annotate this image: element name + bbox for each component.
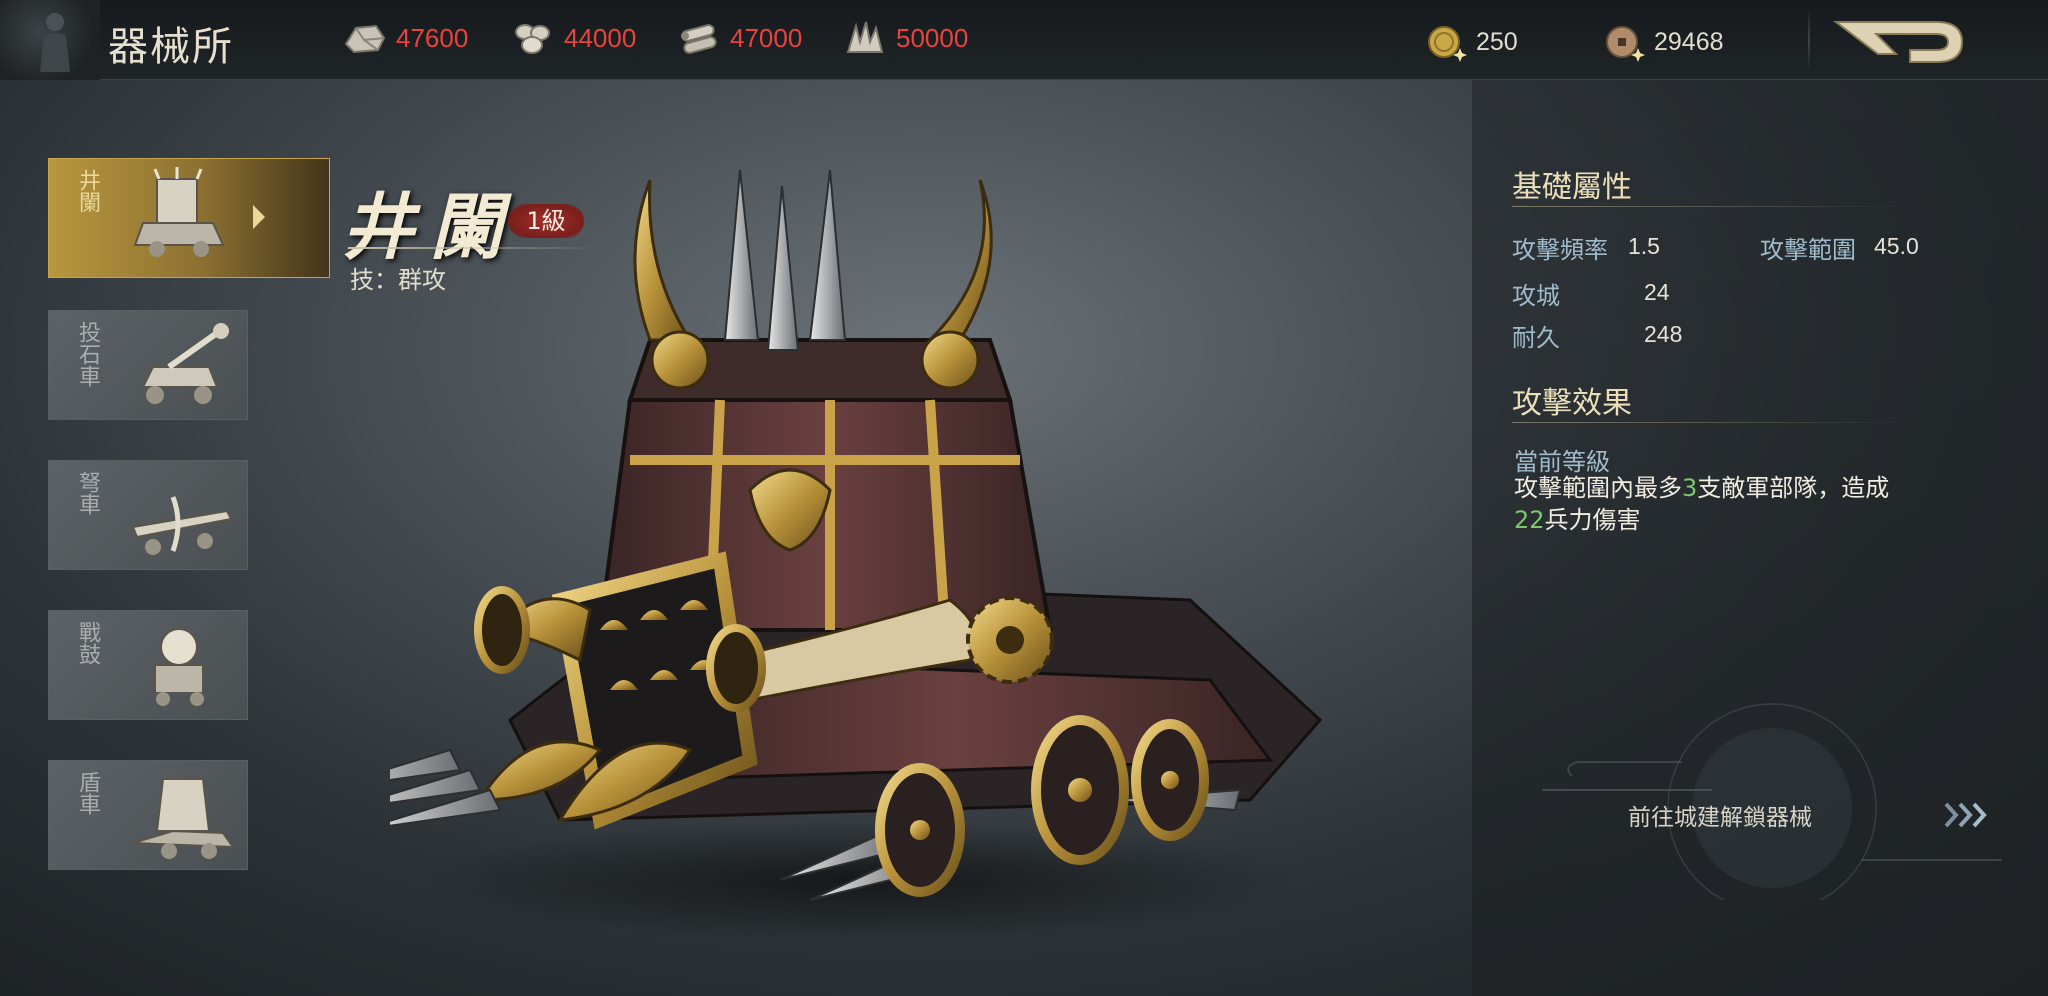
attack-rate-label: 攻擊頻率 bbox=[1512, 236, 1608, 264]
back-arrow-icon bbox=[1833, 21, 1964, 63]
crossbow-cart-thumbnail bbox=[131, 496, 233, 555]
unit-tab-war-drum[interactable]: 戰鼓 bbox=[48, 610, 248, 720]
effect-target-count: 3 bbox=[1682, 474, 1698, 502]
attack-effect-title: 攻擊效果 bbox=[1512, 386, 1632, 421]
page-title: 器械所 bbox=[108, 24, 234, 70]
top-bar: 器械所 47600 44000 47000 50000 250 29468 bbox=[0, 0, 2048, 80]
grain-value: 44000 bbox=[564, 22, 637, 53]
siege-label: 攻城 bbox=[1512, 282, 1560, 310]
durability-value: 248 bbox=[1644, 321, 1683, 347]
iron-icon bbox=[846, 21, 884, 53]
topbar-divider bbox=[1808, 8, 1810, 72]
unit-tab-label: 投石車 bbox=[75, 321, 100, 387]
unit-tab-label: 弩車 bbox=[75, 471, 100, 515]
go-unlock-link[interactable]: 前往城建解鎖器械 bbox=[1628, 798, 1812, 832]
currency-gold: 250 bbox=[1424, 22, 1518, 62]
resource-grain: 44000 bbox=[510, 18, 636, 58]
attack-effect-description: 攻擊範圍內最多3支敵軍部隊，造成 22兵力傷害 bbox=[1514, 472, 1974, 536]
siege-value: 24 bbox=[1644, 279, 1670, 305]
stone-value: 47600 bbox=[396, 22, 469, 53]
building-emblem bbox=[0, 0, 100, 80]
wood-value: 47000 bbox=[730, 22, 803, 53]
resource-wood: 47000 bbox=[676, 18, 802, 58]
attack-range-value: 45.0 bbox=[1874, 233, 1919, 259]
chevron-right-icon[interactable] bbox=[1942, 798, 1992, 832]
warrior-icon bbox=[40, 13, 70, 72]
iron-value: 50000 bbox=[896, 22, 969, 53]
catapult-thumbnail bbox=[141, 323, 229, 404]
attributes-panel: 基礎屬性 攻擊頻率 1.5 攻擊範圍 45.0 攻城 24 耐久 248 攻擊效… bbox=[1472, 80, 2048, 996]
unit-tab-catapult[interactable]: 投石車 bbox=[48, 310, 248, 420]
effect-text-part: 攻擊範圍內最多 bbox=[1514, 474, 1682, 502]
resource-iron: 50000 bbox=[842, 18, 968, 58]
grain-icon bbox=[515, 24, 550, 54]
effect-text-part: 兵力傷害 bbox=[1544, 506, 1641, 534]
attack-effect-divider bbox=[1512, 422, 1912, 423]
unit-tab-label: 戰鼓 bbox=[75, 621, 100, 665]
gold-value: 250 bbox=[1476, 27, 1518, 56]
war-drum-thumbnail bbox=[154, 628, 204, 706]
siege-tower-thumbnail bbox=[133, 167, 225, 257]
resource-stone: 47600 bbox=[342, 18, 468, 58]
durability-label: 耐久 bbox=[1512, 324, 1560, 352]
copper-coin-icon bbox=[1606, 26, 1645, 62]
siege-tower-model bbox=[390, 169, 1323, 940]
attack-rate-value: 1.5 bbox=[1628, 233, 1660, 259]
unit-tab-label: 井闌 bbox=[75, 169, 100, 213]
shield-cart-thumbnail bbox=[132, 778, 236, 859]
effect-text-part: 支敵軍部隊，造成 bbox=[1697, 474, 1890, 502]
effect-damage-value: 22 bbox=[1514, 506, 1545, 534]
base-stats-title: 基礎屬性 bbox=[1512, 170, 1632, 205]
gold-coin-icon bbox=[1428, 26, 1467, 62]
copper-value: 29468 bbox=[1654, 27, 1724, 56]
base-stats-divider bbox=[1512, 206, 1912, 207]
wood-icon bbox=[681, 24, 717, 54]
stone-icon bbox=[344, 24, 386, 54]
unlock-link-area: 前往城建解鎖器械 bbox=[1502, 700, 2022, 913]
currency-copper: 29468 bbox=[1602, 22, 1724, 62]
unit-tab-crossbow-cart[interactable]: 弩車 bbox=[48, 460, 248, 570]
unit-tab-label: 盾車 bbox=[75, 771, 100, 815]
unit-tab-jinglan[interactable]: 井闌 bbox=[48, 158, 330, 278]
back-button[interactable] bbox=[1832, 14, 1968, 70]
unit-tab-shield-cart[interactable]: 盾車 bbox=[48, 760, 248, 870]
attack-range-label: 攻擊範圍 bbox=[1760, 236, 1856, 264]
